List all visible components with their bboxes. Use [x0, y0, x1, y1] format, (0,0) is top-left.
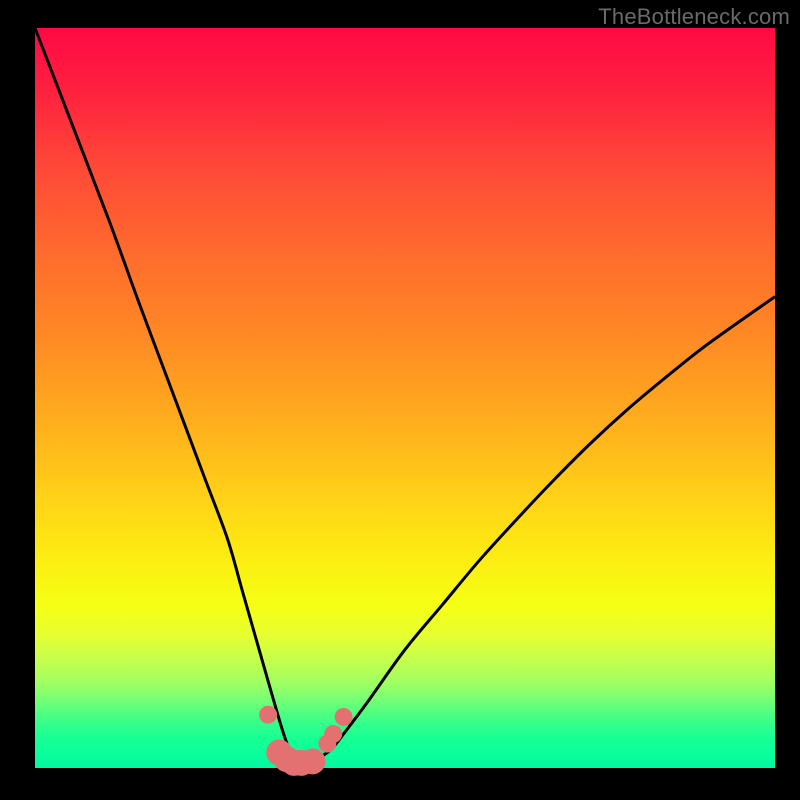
watermark-text: TheBottleneck.com: [598, 4, 790, 30]
chart-frame: TheBottleneck.com: [0, 0, 800, 800]
curve-path: [35, 28, 775, 763]
marker-dot: [300, 748, 326, 774]
marker-dot: [324, 725, 342, 743]
plot-area: [35, 28, 775, 768]
marker-dot: [335, 708, 353, 726]
marker-dot: [259, 706, 277, 724]
trough-markers: [259, 706, 352, 776]
bottleneck-curve: [35, 28, 775, 768]
